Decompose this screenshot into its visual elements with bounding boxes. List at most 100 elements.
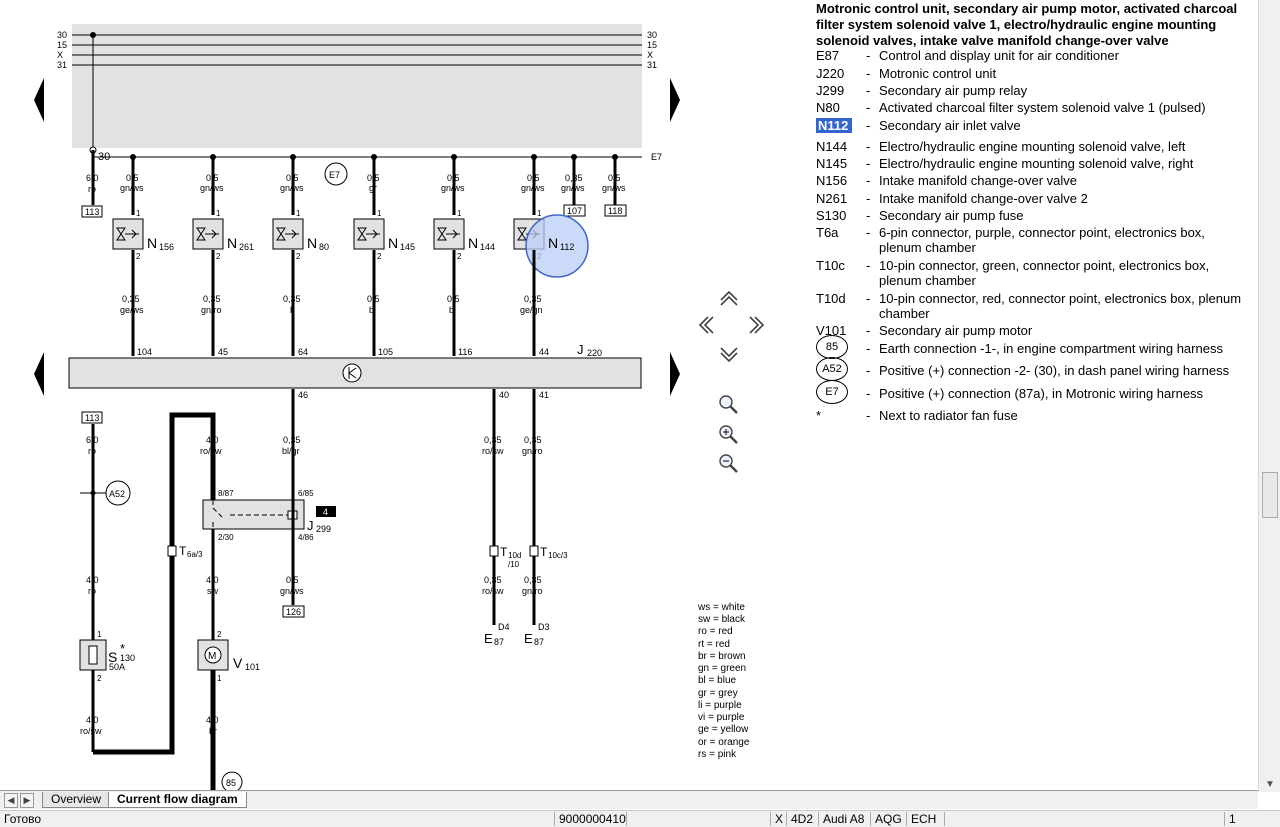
- svg-text:M: M: [208, 651, 216, 662]
- svg-text:40: 40: [499, 390, 509, 400]
- svg-text:gn = green: gn = green: [698, 663, 746, 674]
- scroll-thumb[interactable]: [1262, 472, 1278, 518]
- svg-text:0,5: 0,5: [286, 173, 299, 183]
- page-right-arrow-top[interactable]: [670, 78, 680, 122]
- svg-text:ro: ro: [88, 446, 96, 456]
- rail-label-31-left: 31: [57, 60, 67, 70]
- svg-text:gn/ro: gn/ro: [522, 586, 543, 596]
- svg-text:220: 220: [587, 348, 602, 358]
- svg-text:vi = purple: vi = purple: [698, 712, 745, 723]
- svg-text:4,0: 4,0: [206, 575, 219, 585]
- svg-text:2: 2: [136, 252, 141, 261]
- pan-left-icon[interactable]: [698, 316, 714, 334]
- valve-n145: 1 2 N 145: [353, 209, 415, 261]
- svg-text:87: 87: [534, 637, 544, 647]
- tab-current-flow-diagram[interactable]: Current flow diagram: [108, 792, 247, 808]
- svg-text:E: E: [524, 631, 533, 646]
- svg-text:2: 2: [457, 252, 462, 261]
- svg-text:10c/3: 10c/3: [548, 551, 568, 560]
- svg-text:0,35: 0,35: [484, 435, 502, 445]
- svg-text:0,5: 0,5: [126, 173, 139, 183]
- valve-n144: 1 2 N 144: [433, 209, 495, 261]
- rail-label-30-left: 30: [57, 30, 67, 40]
- svg-text:112: 112: [560, 242, 574, 252]
- svg-text:A52: A52: [109, 489, 125, 499]
- rail-label-x-right: X: [647, 50, 653, 60]
- valve-n261: 1 2 N 261: [192, 209, 254, 261]
- page-left-arrow-bottom[interactable]: [34, 352, 44, 396]
- tab-overview[interactable]: Overview: [42, 792, 111, 808]
- svg-text:1: 1: [377, 209, 382, 218]
- svg-text:0,35: 0,35: [283, 294, 301, 304]
- svg-text:gn/ws: gn/ws: [521, 183, 545, 193]
- svg-text:299: 299: [316, 524, 331, 534]
- valve-n112: 1 2 N 112: [513, 209, 589, 278]
- svg-text:/10: /10: [508, 560, 520, 569]
- svg-text:gn/ws: gn/ws: [280, 586, 304, 596]
- selected-code: N112: [816, 118, 853, 133]
- status-body: 4D2: [786, 812, 819, 826]
- svg-text:4,0: 4,0: [206, 715, 219, 725]
- svg-text:ro = red: ro = red: [698, 626, 733, 637]
- svg-text:gn/ws: gn/ws: [120, 183, 144, 193]
- svg-text:41: 41: [539, 390, 549, 400]
- e7-rail-label: E7: [651, 152, 662, 162]
- legend-circle-e7: E7: [816, 380, 848, 404]
- svg-text:ws = white: ws = white: [697, 602, 745, 613]
- svg-text:0,5: 0,5: [367, 173, 380, 183]
- svg-text:N: N: [468, 235, 478, 251]
- svg-text:6,0: 6,0: [86, 435, 99, 445]
- color-key: ws = white sw = black ro = red rt = red …: [697, 602, 750, 760]
- svg-text:1: 1: [296, 209, 301, 218]
- pan-down-icon[interactable]: [720, 347, 738, 363]
- rail-label-15-right: 15: [647, 40, 657, 50]
- ref-113-bottom: 113: [85, 413, 99, 423]
- tab-next-icon[interactable]: ▶: [20, 793, 34, 808]
- zoom-fit-icon[interactable]: [719, 395, 738, 414]
- svg-text:105: 105: [378, 347, 393, 357]
- pan-right-icon[interactable]: [749, 316, 765, 334]
- svg-text:0,35: 0,35: [484, 575, 502, 585]
- svg-text:bl = blue: bl = blue: [698, 675, 737, 686]
- status-page: 1: [1224, 812, 1245, 826]
- svg-text:ro/sw: ro/sw: [482, 446, 504, 456]
- svg-text:0,35: 0,35: [524, 435, 542, 445]
- svg-text:E7: E7: [329, 170, 340, 180]
- svg-text:1: 1: [216, 209, 221, 218]
- svg-text:ge/gn: ge/gn: [520, 305, 543, 315]
- pan-up-icon[interactable]: [720, 290, 738, 306]
- svg-text:44: 44: [539, 347, 549, 357]
- tab-bar: ◀ ▶ Overview Current flow diagram: [0, 790, 1258, 809]
- svg-text:J: J: [577, 342, 584, 357]
- svg-text:101: 101: [245, 662, 260, 672]
- svg-text:0,5: 0,5: [447, 294, 460, 304]
- svg-text:N: N: [388, 235, 398, 251]
- tab-prev-icon[interactable]: ◀: [4, 793, 18, 808]
- svg-text:0,35: 0,35: [122, 294, 140, 304]
- page-right-arrow-bottom[interactable]: [670, 352, 680, 396]
- legend-title: Motronic control unit, secondary air pum…: [816, 1, 1238, 48]
- svg-text:D4: D4: [498, 622, 510, 632]
- svg-text:T: T: [540, 545, 548, 559]
- svg-text:sw = black: sw = black: [698, 614, 746, 625]
- svg-text:gr: gr: [369, 183, 377, 193]
- svg-text:gr = grey: gr = grey: [698, 688, 738, 699]
- page-left-arrow-top[interactable]: [34, 78, 44, 122]
- zoom-in-icon[interactable]: [719, 425, 738, 444]
- svg-text:4,0: 4,0: [86, 575, 99, 585]
- svg-text:145: 145: [400, 242, 415, 252]
- vertical-scrollbar[interactable]: ▼: [1258, 0, 1280, 792]
- svg-text:6a/3: 6a/3: [187, 550, 203, 559]
- svg-text:2: 2: [217, 630, 222, 639]
- ref-118: 118: [608, 206, 622, 216]
- svg-text:0,35: 0,35: [524, 294, 542, 304]
- svg-text:gn/ws: gn/ws: [200, 183, 224, 193]
- svg-text:2: 2: [97, 674, 102, 683]
- svg-text:261: 261: [239, 242, 254, 252]
- zoom-out-icon[interactable]: [719, 454, 738, 473]
- svg-text:2: 2: [377, 252, 382, 261]
- scroll-down-icon[interactable]: ▼: [1265, 779, 1275, 790]
- valve-n80: 1 2 N 80: [272, 209, 329, 261]
- svg-text:85: 85: [226, 778, 236, 788]
- legend-circle-85: 85: [816, 335, 848, 359]
